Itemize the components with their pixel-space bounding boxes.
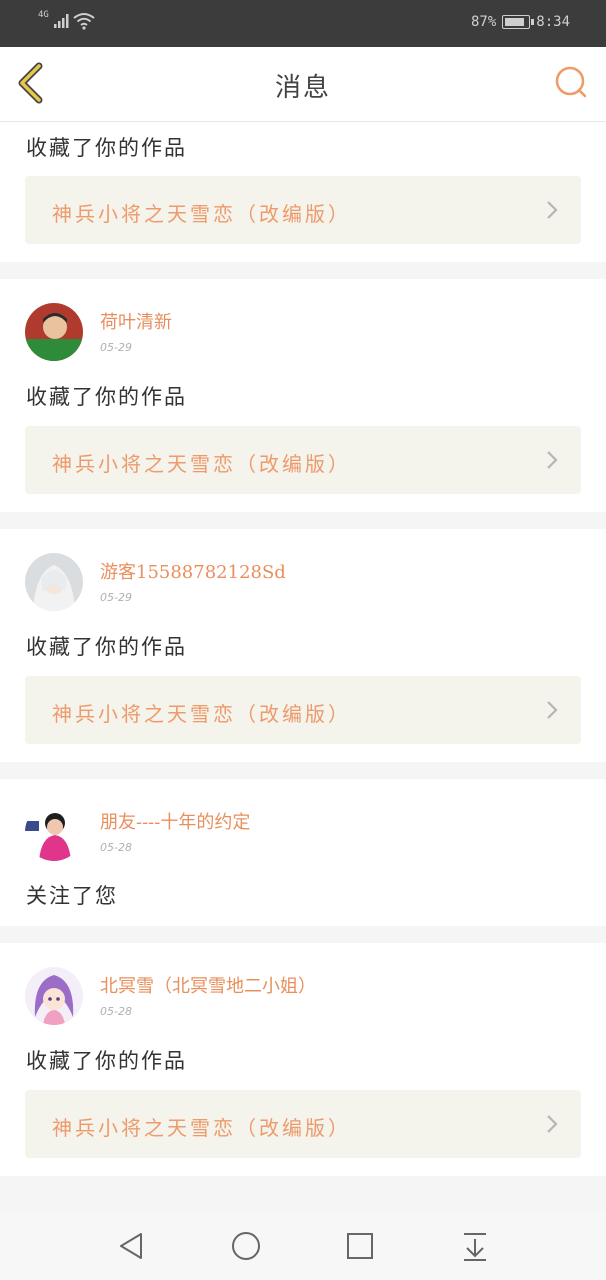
message-card: 朋友----十年的约定 05-28 关注了您: [0, 779, 606, 926]
work-link[interactable]: 神兵小将之天雪恋（改编版）: [25, 676, 581, 744]
triangle-back-icon: [120, 1233, 142, 1259]
message-date: 05-29: [100, 591, 132, 604]
nav-notifications-button[interactable]: [455, 1226, 495, 1266]
work-title: 神兵小将之天雪恋（改编版）: [52, 702, 351, 726]
square-recents-icon: [347, 1233, 373, 1259]
user-name[interactable]: 朋友----十年的约定: [100, 808, 250, 834]
user-name[interactable]: 北冥雪（北冥雪地二小姐）: [100, 972, 316, 998]
chevron-right-icon: [547, 451, 558, 469]
page-title: 消息: [274, 73, 331, 103]
avatar[interactable]: [25, 803, 83, 861]
message-date: 05-28: [100, 1005, 132, 1018]
message-action: 收藏了你的作品: [26, 385, 187, 409]
message-action: 收藏了你的作品: [26, 635, 187, 659]
nav-back-button[interactable]: [112, 1226, 152, 1266]
chevron-right-icon: [547, 201, 558, 219]
battery-percent: 87%: [470, 14, 497, 30]
message-action: 收藏了你的作品: [26, 136, 187, 160]
search-button[interactable]: [550, 61, 594, 105]
status-bar: 4G 87% 8:34: [0, 0, 606, 47]
battery-level: [505, 18, 524, 26]
message-card: 收藏了你的作品 神兵小将之天雪恋（改编版）: [0, 122, 606, 262]
avatar[interactable]: [25, 553, 83, 611]
nav-home-button[interactable]: [226, 1226, 266, 1266]
wifi-icon: [73, 13, 95, 30]
message-action: 收藏了你的作品: [26, 1049, 187, 1073]
work-title: 神兵小将之天雪恋（改编版）: [52, 452, 351, 476]
signal-icon: [53, 14, 69, 28]
message-card: 荷叶清新 05-29 收藏了你的作品 神兵小将之天雪恋（改编版）: [0, 279, 606, 512]
status-right: 87% 8:34: [471, 14, 570, 30]
message-card: 游客15588782128Sd 05-29 收藏了你的作品 神兵小将之天雪恋（改…: [0, 529, 606, 762]
chevron-right-icon: [547, 701, 558, 719]
clock: 8:34: [536, 14, 570, 30]
message-card: 北冥雪（北冥雪地二小姐） 05-28 收藏了你的作品 神兵小将之天雪恋（改编版）: [0, 943, 606, 1176]
message-date: 05-28: [100, 841, 132, 854]
work-link[interactable]: 神兵小将之天雪恋（改编版）: [25, 1090, 581, 1158]
battery-icon: [502, 15, 535, 29]
message-action: 关注了您: [26, 884, 118, 908]
network-type: 4G: [38, 10, 49, 20]
search-icon: [555, 66, 587, 98]
avatar[interactable]: [25, 303, 83, 361]
user-name[interactable]: 荷叶清新: [100, 308, 172, 334]
circle-home-icon: [232, 1232, 260, 1260]
message-date: 05-29: [100, 341, 132, 354]
chevron-right-icon: [547, 1115, 558, 1133]
nav-recents-button[interactable]: [340, 1226, 380, 1266]
user-name[interactable]: 游客15588782128Sd: [100, 558, 286, 584]
status-left: 4G: [38, 10, 95, 30]
pull-down-icon: [464, 1233, 486, 1261]
system-nav-bar: [0, 1212, 606, 1280]
app-header: 消息: [0, 47, 606, 122]
work-link[interactable]: 神兵小将之天雪恋（改编版）: [25, 176, 581, 244]
work-title: 神兵小将之天雪恋（改编版）: [52, 202, 351, 226]
avatar[interactable]: [25, 967, 83, 1025]
work-title: 神兵小将之天雪恋（改编版）: [52, 1116, 351, 1140]
work-link[interactable]: 神兵小将之天雪恋（改编版）: [25, 426, 581, 494]
